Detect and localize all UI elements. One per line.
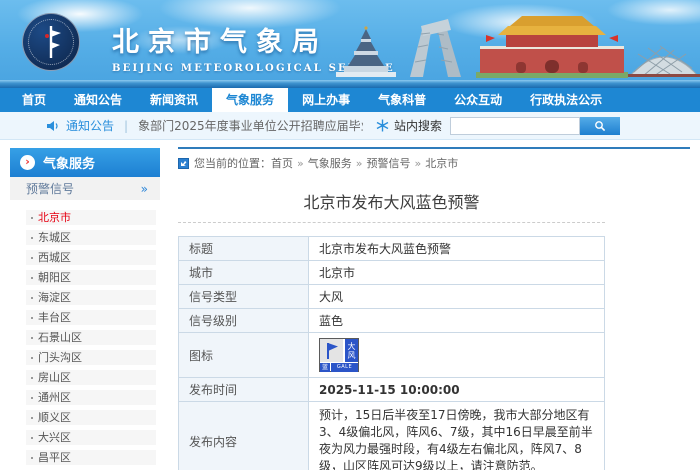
table-row: 发布时间 2025-11-15 10:00:00 [179, 378, 605, 402]
district-item-tongzhou[interactable]: 通州区 [26, 390, 156, 405]
notice-bar: 通知公告 | 象部门2025年度事业单位公开招聘应届毕业生拟聘用人」 站内搜索 [0, 112, 700, 140]
main-nav: 首页 通知公告 新闻资讯 气象服务 网上办事 气象科普 公众互动 行政执法公示 [0, 88, 700, 112]
table-row: 信号级别 蓝色 [179, 309, 605, 333]
page: 北京市气象局 BEIJING METEOROLOGICAL SERVICE [0, 0, 700, 470]
field-label: 标题 [179, 237, 309, 261]
field-value-signal-type: 大风 [309, 285, 605, 309]
red-arrow-icon: › [20, 155, 35, 170]
field-label: 信号级别 [179, 309, 309, 333]
nav-item-home[interactable]: 首页 [8, 88, 60, 112]
field-label: 发布时间 [179, 378, 309, 402]
main-content: 您当前的位置： 首页 » 气象服务 » 预警信号 » 北京市 北京市发布大风蓝色… [178, 147, 690, 470]
district-item-dongcheng[interactable]: 东城区 [26, 230, 156, 245]
breadcrumb-separator: » [356, 157, 363, 170]
breadcrumb-separator: » [297, 157, 304, 170]
nav-item-interaction[interactable]: 公众互动 [440, 88, 516, 112]
snowflake-icon [376, 119, 389, 132]
field-value-city: 北京市 [309, 261, 605, 285]
breadcrumb-beijing[interactable]: 北京市 [425, 155, 458, 171]
breadcrumb-weather-services[interactable]: 气象服务 [308, 155, 352, 171]
district-item-mentougou[interactable]: 门头沟区 [26, 350, 156, 365]
temple-of-heaven-icon [336, 26, 396, 77]
weather-vane-icon [37, 24, 67, 62]
speaker-icon [46, 120, 60, 132]
table-row: 信号类型 大风 [179, 285, 605, 309]
nav-item-law-enforcement[interactable]: 行政执法公示 [516, 88, 616, 112]
birds-nest-icon [628, 46, 700, 77]
magnifier-icon [594, 120, 606, 132]
sidebar-item-warning-signals[interactable]: 预警信号 » [10, 177, 160, 200]
sidebar-section-header: › 气象服务 [10, 148, 160, 177]
beijing-landmarks-illustration [320, 2, 700, 80]
notice-label[interactable]: 通知公告 [66, 117, 114, 134]
field-label: 信号类型 [179, 285, 309, 309]
district-item-beijing[interactable]: 北京市 [26, 210, 156, 225]
breadcrumb-separator: » [414, 157, 421, 170]
field-value-icon: 大 风 蓝 GALE [309, 333, 605, 378]
wind-flag-icon [320, 339, 343, 363]
nav-item-science[interactable]: 气象科普 [364, 88, 440, 112]
breadcrumb: 您当前的位置： 首页 » 气象服务 » 预警信号 » 北京市 [178, 155, 690, 171]
tiananmen-icon [476, 16, 628, 78]
district-item-chaoyang[interactable]: 朝阳区 [26, 270, 156, 285]
table-row: 发布内容 预计，15日后半夜至17日傍晚，我市大部分地区有3、4级偏北风，阵风6… [179, 402, 605, 470]
header-banner: 北京市气象局 BEIJING METEOROLOGICAL SERVICE [0, 0, 700, 88]
notice-ticker-link[interactable]: 象部门2025年度事业单位公开招聘应届毕业生拟聘用人」 [138, 117, 363, 134]
warning-level-cn: 蓝 [320, 363, 330, 372]
field-value-title: 北京市发布大风蓝色预警 [309, 237, 605, 261]
expand-chevrons-icon[interactable]: » [141, 182, 148, 196]
bureau-logo [22, 13, 80, 71]
breadcrumb-warning-signals[interactable]: 预警信号 [366, 155, 410, 171]
district-item-haidian[interactable]: 海淀区 [26, 290, 156, 305]
field-value-content: 预计，15日后半夜至17日傍晚，我市大部分地区有3、4级偏北风，阵风6、7级，其… [309, 402, 605, 470]
district-item-shunyi[interactable]: 顺义区 [26, 410, 156, 425]
warning-detail-table: 标题 北京市发布大风蓝色预警 城市 北京市 信号类型 大风 信号级别 蓝色 图标 [178, 236, 605, 470]
gale-blue-warning-icon: 大 风 蓝 GALE [319, 338, 359, 372]
field-value-signal-level: 蓝色 [309, 309, 605, 333]
district-item-fangshan[interactable]: 房山区 [26, 370, 156, 385]
title-divider [178, 222, 605, 223]
warning-level-strip: 蓝 GALE [320, 362, 358, 371]
district-list: 北京市 东城区 西城区 朝阳区 海淀区 丰台区 石景山区 门头沟区 房山区 通州… [10, 210, 160, 470]
district-item-shijingshan[interactable]: 石景山区 [26, 330, 156, 345]
district-item-xicheng[interactable]: 西城区 [26, 250, 156, 265]
nav-item-weather-services[interactable]: 气象服务 [212, 88, 288, 112]
location-icon [178, 158, 189, 169]
table-row: 标题 北京市发布大风蓝色预警 [179, 237, 605, 261]
search-button[interactable] [580, 117, 620, 135]
breadcrumb-prefix: 您当前的位置： [194, 155, 271, 171]
nav-item-news[interactable]: 新闻资讯 [136, 88, 212, 112]
warning-type-label: 大 风 [344, 339, 358, 363]
sidebar-section-title: 气象服务 [43, 153, 95, 172]
nav-item-notices[interactable]: 通知公告 [60, 88, 136, 112]
cctv-tower-icon [410, 19, 461, 77]
article-title: 北京市发布大风蓝色预警 [178, 189, 605, 213]
banner-bottom-band [0, 80, 700, 88]
table-row: 城市 北京市 [179, 261, 605, 285]
field-label: 图标 [179, 333, 309, 378]
district-item-fengtai[interactable]: 丰台区 [26, 310, 156, 325]
search-input[interactable] [450, 117, 580, 135]
site-search: 站内搜索 [376, 117, 620, 135]
sidebar: › 气象服务 预警信号 » 北京市 东城区 西城区 朝阳区 海淀区 丰台区 石景… [10, 148, 160, 470]
field-label: 城市 [179, 261, 309, 285]
breadcrumb-home[interactable]: 首页 [271, 155, 293, 171]
warning-level-en: GALE [331, 363, 358, 372]
field-label: 发布内容 [179, 402, 309, 470]
table-row: 图标 大 风 [179, 333, 605, 378]
article: 北京市发布大风蓝色预警 标题 北京市发布大风蓝色预警 城市 北京市 信号类型 大… [178, 189, 605, 470]
search-label: 站内搜索 [394, 117, 442, 134]
nav-item-online-services[interactable]: 网上办事 [288, 88, 364, 112]
district-item-changping[interactable]: 昌平区 [26, 450, 156, 465]
sidebar-sub-label: 预警信号 [26, 180, 74, 197]
district-item-daxing[interactable]: 大兴区 [26, 430, 156, 445]
content-top-rule [178, 147, 690, 149]
notice-divider: | [124, 119, 128, 133]
field-value-publish-time: 2025-11-15 10:00:00 [309, 378, 605, 402]
